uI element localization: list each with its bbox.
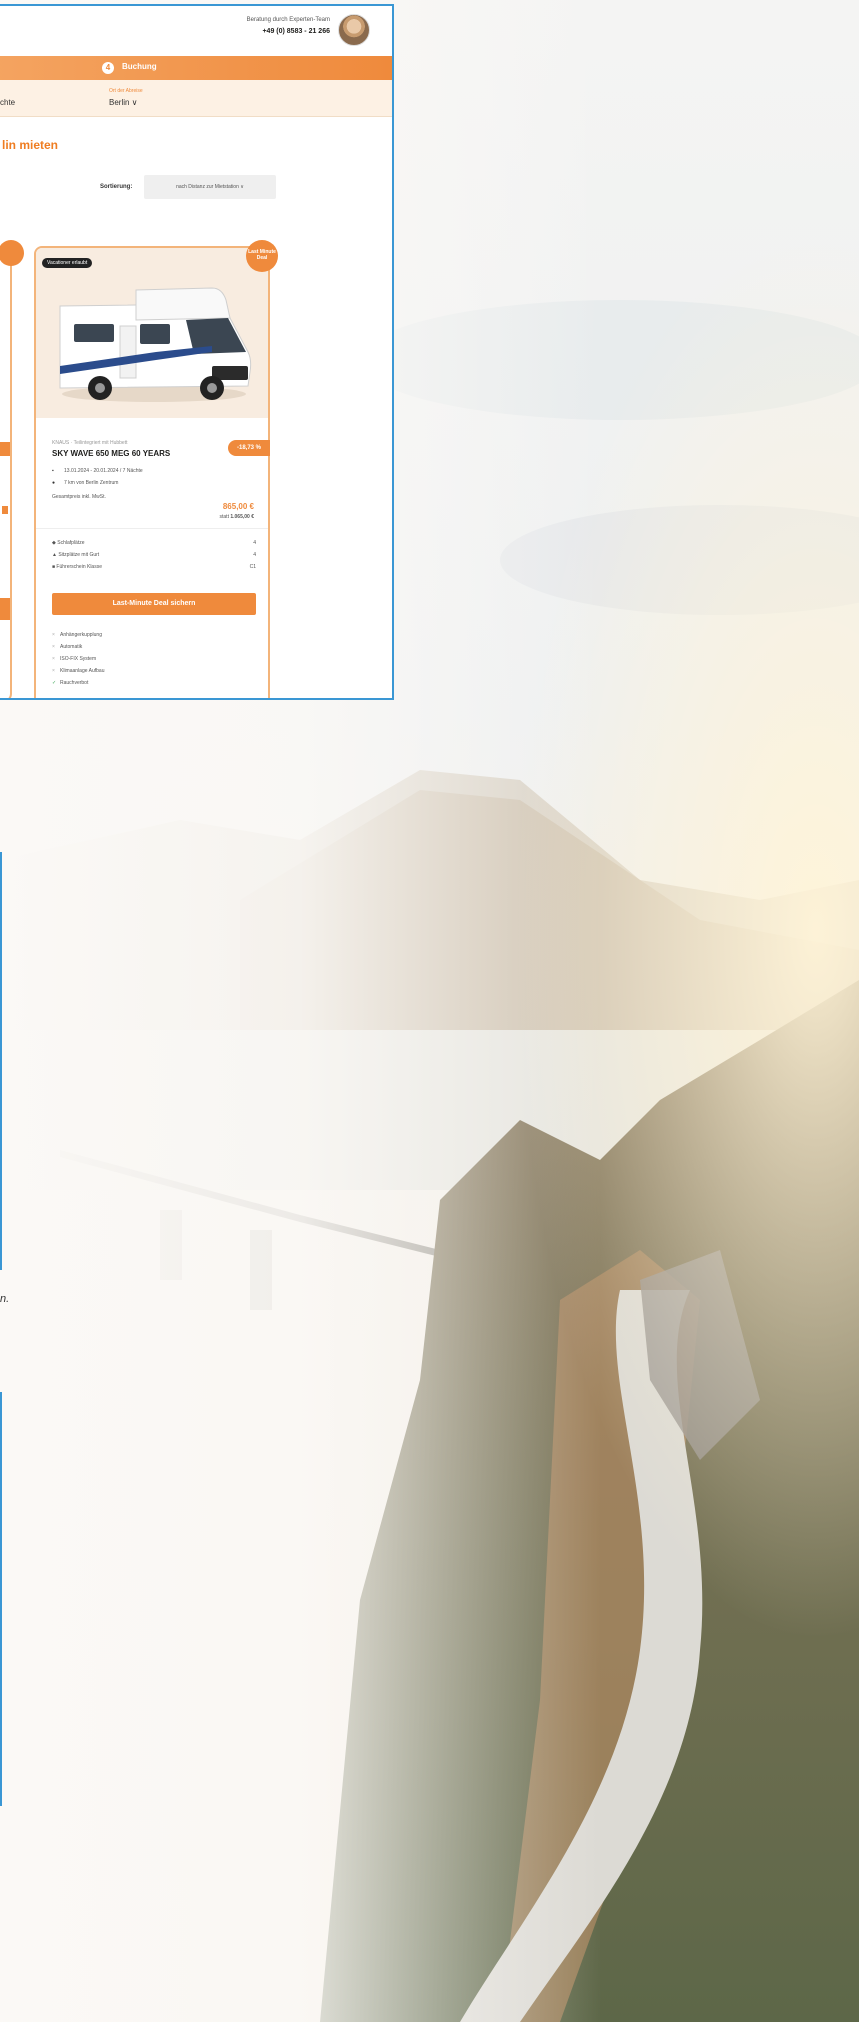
- spec-value: 4: [253, 540, 256, 546]
- step-label[interactable]: Buchung: [122, 62, 157, 71]
- license-icon: ■: [52, 564, 56, 570]
- calendar-icon: ▪: [52, 468, 54, 474]
- feature-label: Klimaanlage Aufbau: [60, 668, 105, 674]
- camper-subtitle: KNAUS · Teilintegriert mit Hubbett: [52, 440, 128, 446]
- location-label: Ort der Abreise: [109, 88, 143, 94]
- divider: [36, 528, 268, 529]
- feature-label: Automatik: [60, 644, 83, 650]
- booking-screenshot: Beratung durch Experten-Team +49 (0) 858…: [0, 4, 394, 700]
- camper-model[interactable]: SKY WAVE 650 MEG 60 YEARS: [52, 449, 170, 458]
- bed-icon: ◆: [52, 540, 56, 546]
- camper-image[interactable]: Vacationer erlaubt: [36, 248, 268, 418]
- check-icon: ✓: [52, 680, 57, 686]
- price: 865,00 €: [222, 502, 254, 511]
- progress-steps: 4 Buchung: [0, 56, 392, 80]
- dates-text: 13.01.2024 - 20.01.2024 / 7 Nächte: [64, 468, 143, 474]
- spec-row: ◆ Schlafplätze 4: [52, 540, 256, 546]
- step-number: 4: [102, 62, 114, 74]
- feature-item: × ISO-FIX System: [52, 656, 96, 662]
- page-title: lin mieten: [2, 138, 59, 152]
- nights-value[interactable]: chte: [0, 98, 15, 107]
- camper-card[interactable]: Vacationer erlaubt Last Minute Deal KNAU…: [34, 240, 278, 698]
- person-icon: ▲: [52, 552, 57, 558]
- partial-frame: [0, 852, 2, 1270]
- search-filter-bar: chte Ort der Abreise Berlin ∨: [0, 80, 392, 117]
- old-price-value: 1.065,00 €: [230, 514, 254, 520]
- price-fragment: [2, 506, 8, 514]
- avatar: [338, 14, 370, 46]
- cross-icon: ×: [52, 632, 55, 638]
- feature-label: Anhängerkupplung: [60, 632, 102, 638]
- camper-van-illustration: [59, 287, 252, 402]
- distance-text: 7 km von Berlin Zentrum: [64, 480, 119, 486]
- advice-phone[interactable]: +49 (0) 8583 - 21 266: [247, 26, 330, 37]
- sort-label: Sortierung:: [100, 184, 133, 190]
- spec-value: C1: [249, 564, 256, 570]
- spec-value: 4: [253, 552, 256, 558]
- spec-row: ■ Führerschein Klasse C1: [52, 564, 256, 570]
- sort-select[interactable]: nach Distanz zur Mietstation ∨: [144, 175, 276, 199]
- location-select[interactable]: Berlin ∨: [109, 98, 138, 107]
- dates-row: ▪ 13.01.2024 - 20.01.2024 / 7 Nächte: [52, 468, 143, 474]
- cross-icon: ×: [52, 668, 55, 674]
- feature-item: × Automatik: [52, 644, 82, 650]
- vacationer-badge: Vacationer erlaubt: [42, 258, 93, 268]
- distance-row: ● 7 km von Berlin Zentrum: [52, 480, 118, 486]
- last-minute-deal-button[interactable]: Last-Minute Deal sichern: [52, 593, 256, 615]
- feature-item: × Klimaanlage Aufbau: [52, 668, 104, 674]
- discount-badge: -18,73 %: [228, 440, 270, 456]
- last-minute-badge: [0, 240, 24, 266]
- spec-row: ▲ Sitzplätze mit Gurt 4: [52, 552, 256, 558]
- total-label: Gesamtpreis inkl. MwSt.: [52, 494, 106, 500]
- caption-fragment: n.: [0, 1293, 10, 1305]
- spec-label: Sitzplätze mit Gurt: [58, 552, 100, 558]
- top-bar: Beratung durch Experten-Team +49 (0) 858…: [0, 6, 392, 56]
- cross-icon: ×: [52, 644, 55, 650]
- old-price: statt 1.065,00 €: [220, 514, 254, 520]
- location-pin-icon: ●: [52, 480, 56, 486]
- discount-tag: [0, 442, 10, 456]
- old-price-prefix: statt: [219, 514, 229, 520]
- feature-label: Rauchverbot: [60, 680, 89, 686]
- feature-item: × Anhängerkupplung: [52, 632, 102, 638]
- expert-advice: Beratung durch Experten-Team +49 (0) 858…: [247, 15, 330, 37]
- deal-button[interactable]: [0, 598, 10, 620]
- advice-label: Beratung durch Experten-Team: [246, 17, 330, 23]
- feature-label: ISO-FIX System: [60, 656, 97, 662]
- cross-icon: ×: [52, 656, 55, 662]
- partial-frame: [0, 1392, 2, 1806]
- feature-item: ✓ Rauchverbot: [52, 680, 88, 686]
- spec-label: Schlafplätze: [57, 540, 85, 546]
- spec-label: Führerschein Klasse: [56, 564, 102, 570]
- last-minute-badge: Last Minute Deal: [246, 240, 278, 272]
- previous-card[interactable]: [0, 240, 24, 698]
